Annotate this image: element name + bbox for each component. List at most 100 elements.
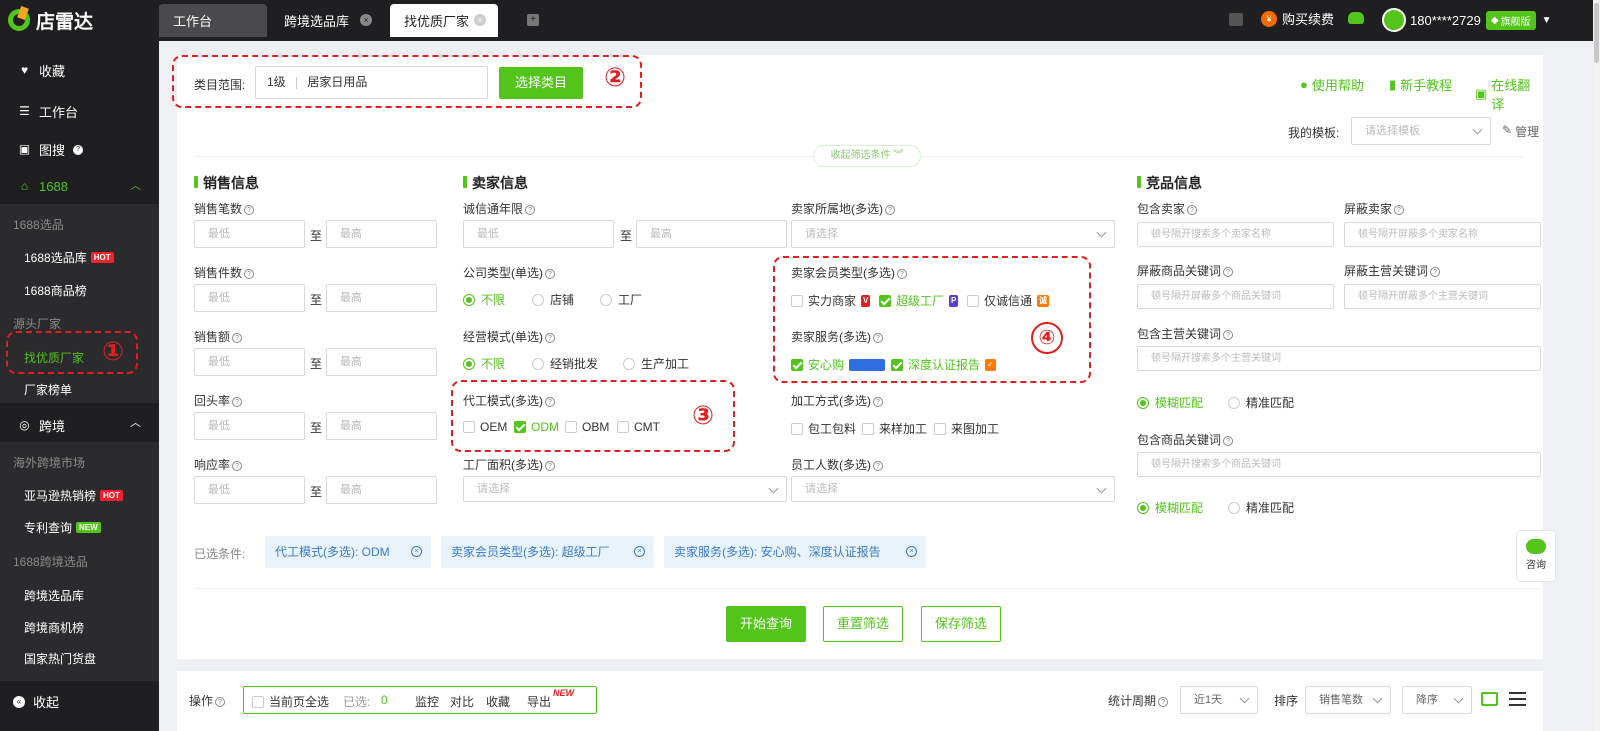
years-min[interactable]: 最低 xyxy=(463,220,614,248)
help-icon[interactable]: ? xyxy=(1223,435,1234,446)
collect-button[interactable]: 收藏 xyxy=(486,693,510,710)
sidebar-item-image-search[interactable]: ▣ 图搜? xyxy=(18,140,84,159)
sidebar-item-patent[interactable]: 专利查询 NEW xyxy=(24,519,101,536)
block-seller-input[interactable]: 顿号隔开屏蔽多个卖家名称 xyxy=(1344,222,1541,247)
compare-button[interactable]: 对比 xyxy=(450,693,474,710)
sort-field-select[interactable]: 销售笔数 xyxy=(1305,686,1391,714)
include-main-keyword-input[interactable]: 顿号隔开搜索多个主营关键词 xyxy=(1137,346,1541,371)
checkbox-select-page[interactable]: 当前页全选 xyxy=(252,693,329,710)
repurchase-max[interactable]: 最高 xyxy=(326,412,437,440)
radio-main-exact[interactable]: 精准匹配 xyxy=(1228,394,1294,411)
app-logo[interactable]: 店雷达 xyxy=(8,8,93,33)
help-icon[interactable]: ? xyxy=(525,204,536,215)
user-menu[interactable]: 180****2729 ◆ 旗舰版 ▼ xyxy=(1382,8,1551,32)
help-icon[interactable]: ? xyxy=(545,460,555,471)
sales-amount-min[interactable]: 最低 xyxy=(194,348,305,376)
sidebar-item-factory-rank[interactable]: 厂家榜单 xyxy=(24,381,72,398)
translate-link[interactable]: ▣ 在线翻译 xyxy=(1475,75,1543,113)
help-icon[interactable]: ? xyxy=(885,204,895,215)
sidebar-item-1688-lib[interactable]: 1688选品库 HOT xyxy=(24,249,114,266)
checkbox-sample-processing[interactable]: 来样加工 xyxy=(862,420,927,437)
chevron-up-icon[interactable]: ︿ xyxy=(130,177,141,193)
sales-amount-max[interactable]: 最高 xyxy=(326,348,437,376)
sales-count-max[interactable]: 最高 xyxy=(326,220,437,248)
tab-find-factory[interactable]: 找优质厂家 × xyxy=(390,4,498,37)
start-query-button[interactable]: 开始查询 xyxy=(726,606,806,642)
tab-cross-lib[interactable]: 跨境选品库 × xyxy=(270,4,384,37)
help-icon[interactable]: ? xyxy=(1430,266,1441,277)
sidebar-item-favorites[interactable]: ♥ 收藏 xyxy=(18,61,65,80)
sidebar-item-amazon[interactable]: 亚马逊热销榜 HOT xyxy=(24,487,123,504)
selected-tag[interactable]: 卖家服务(多选): 安心购、深度认证报告 × xyxy=(664,536,926,568)
download-box-icon[interactable] xyxy=(1229,13,1243,26)
close-icon[interactable]: × xyxy=(634,546,645,557)
image-view-icon[interactable] xyxy=(1481,692,1498,706)
sidebar-item-1688[interactable]: ⌂ 1688 xyxy=(18,179,68,194)
save-filter-button[interactable]: 保存筛选 xyxy=(921,606,1001,642)
response-max[interactable]: 最高 xyxy=(326,476,437,504)
renew-button[interactable]: ¥ 购买续费 xyxy=(1261,9,1334,28)
collapse-filter-button[interactable]: 收起筛选条件 ︾ xyxy=(813,145,921,167)
cloud-download-icon[interactable] xyxy=(1348,12,1364,24)
help-icon[interactable]: ? xyxy=(1187,204,1198,215)
radio-company-factory[interactable]: 工厂 xyxy=(600,291,642,308)
block-main-keyword-input[interactable]: 顿号隔开屏蔽多个主营关键词 xyxy=(1344,284,1541,309)
help-icon[interactable]: ? xyxy=(1223,329,1234,340)
help-icon[interactable]: ? xyxy=(215,696,226,707)
sidebar-item-cross[interactable]: ◎ 跨境 xyxy=(18,416,65,435)
sales-pieces-min[interactable]: 最低 xyxy=(194,284,305,312)
repurchase-min[interactable]: 最低 xyxy=(194,412,305,440)
help-icon[interactable]: ? xyxy=(232,460,243,471)
manage-template-button[interactable]: ✎ 管理 xyxy=(1502,123,1539,140)
radio-company-store[interactable]: 店铺 xyxy=(532,291,574,308)
help-icon[interactable]: ? xyxy=(244,204,255,215)
tutorial-link[interactable]: ▮ 新手教程 xyxy=(1389,75,1452,94)
help-icon[interactable]: ? xyxy=(1394,204,1405,215)
help-icon[interactable]: ? xyxy=(873,396,883,407)
help-link[interactable]: ● 使用帮助 xyxy=(1300,75,1364,94)
tab-workbench[interactable]: 工作台 xyxy=(159,4,267,37)
years-max[interactable]: 最高 xyxy=(636,220,787,248)
factory-area-select[interactable]: 请选择 xyxy=(463,476,787,502)
monitor-button[interactable]: 监控 xyxy=(415,693,439,710)
help-icon[interactable]: ? xyxy=(1223,266,1234,277)
close-icon[interactable]: × xyxy=(360,14,372,26)
close-icon[interactable]: × xyxy=(906,546,917,557)
checkbox-drawing-processing[interactable]: 来图加工 xyxy=(934,420,999,437)
close-icon[interactable]: × xyxy=(474,14,486,26)
help-icon[interactable]: ? xyxy=(232,396,243,407)
sidebar-item-1688-rank[interactable]: 1688商品榜 xyxy=(24,282,87,299)
sidebar-item-workbench[interactable]: ☰ 工作台 xyxy=(18,102,78,121)
selected-tag[interactable]: 卖家会员类型(多选): 超级工厂 × xyxy=(441,536,654,568)
sales-count-min[interactable]: 最低 xyxy=(194,220,305,248)
sidebar-item-cross-lib[interactable]: 跨境选品库 xyxy=(24,587,84,604)
selected-tag[interactable]: 代工模式(多选): ODM × xyxy=(265,536,431,568)
staff-select[interactable]: 请选择 xyxy=(791,476,1115,502)
sort-order-select[interactable]: 降序 xyxy=(1402,686,1472,714)
help-icon[interactable]: ? xyxy=(545,268,555,279)
checkbox-labor-material[interactable]: 包工包料 xyxy=(791,420,856,437)
sidebar-collapse-button[interactable]: « 收起 xyxy=(13,692,59,711)
radio-biz-any[interactable]: 不限 xyxy=(463,355,505,372)
radio-biz-wholesale[interactable]: 经销批发 xyxy=(532,355,598,372)
scrollbar-thumb[interactable] xyxy=(1594,3,1599,63)
sidebar-item-hot-goods[interactable]: 国家热门货盘 xyxy=(24,650,96,667)
help-icon[interactable]: ? xyxy=(232,332,243,343)
sidebar-item-cross-opp[interactable]: 跨境商机榜 xyxy=(24,619,84,636)
include-seller-input[interactable]: 顿号隔开搜索多个卖家名称 xyxy=(1137,222,1334,247)
include-keyword-input[interactable]: 顿号隔开搜索多个商品关键词 xyxy=(1137,452,1541,477)
location-select[interactable]: 请选择 xyxy=(791,220,1115,248)
response-min[interactable]: 最低 xyxy=(194,476,305,504)
radio-biz-production[interactable]: 生产加工 xyxy=(623,355,689,372)
help-icon[interactable]: ? xyxy=(1158,696,1169,707)
consult-button[interactable]: 咨询 xyxy=(1516,530,1556,582)
template-select[interactable]: 请选择模板 xyxy=(1351,117,1491,145)
radio-kw-fuzzy[interactable]: 模糊匹配 xyxy=(1137,499,1203,516)
export-button[interactable]: 导出 xyxy=(527,693,551,710)
radio-main-fuzzy[interactable]: 模糊匹配 xyxy=(1137,394,1203,411)
chevron-up-icon[interactable]: ︿ xyxy=(130,414,141,430)
add-tab-icon[interactable]: + xyxy=(527,14,539,26)
close-icon[interactable]: × xyxy=(411,546,422,557)
radio-company-any[interactable]: 不限 xyxy=(463,291,505,308)
help-icon[interactable]: ? xyxy=(873,460,883,471)
